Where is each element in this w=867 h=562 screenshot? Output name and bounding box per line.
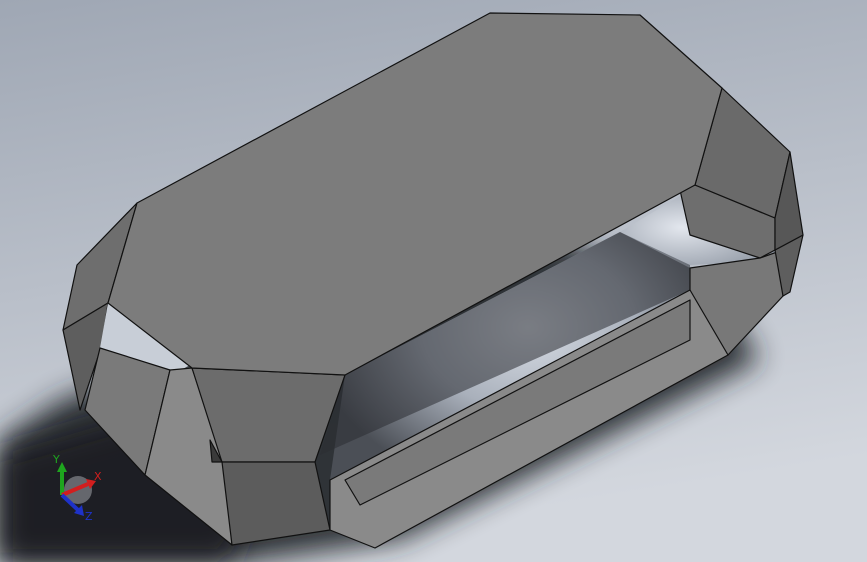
triad-z-label: Z (85, 510, 93, 523)
triad-y-label: Y (52, 453, 60, 466)
model-viewport[interactable]: X Y Z (0, 0, 867, 562)
front-chamfer-lower (221, 461, 331, 546)
triad-x-label: X (94, 470, 102, 483)
